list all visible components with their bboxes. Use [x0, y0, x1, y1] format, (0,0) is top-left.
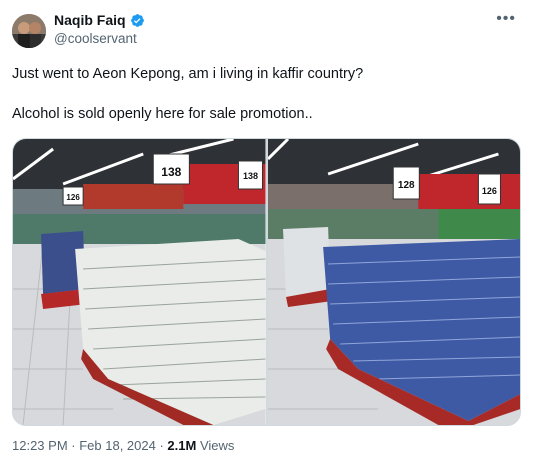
photo-2-price-tag-left: 128: [397, 180, 414, 191]
tweet-text-line-1: Just went to Aeon Kepong, am i living in…: [12, 66, 364, 82]
meta-separator: ·: [67, 438, 80, 453]
tweet-time[interactable]: 12:23 PM: [12, 438, 68, 453]
more-options-icon[interactable]: •••: [496, 10, 516, 28]
media-grid: 138 126 138 128 126: [12, 138, 521, 426]
meta-separator: ·: [155, 438, 168, 453]
photo-1-price-tag-small: 126: [66, 193, 80, 202]
name-row: Naqib Faiq: [54, 12, 145, 28]
tweet-meta: 12:23 PM · Feb 18, 2024 · 2.1M Views: [12, 438, 234, 453]
tweet: Naqib Faiq @coolservant ••• Just went to…: [0, 0, 534, 462]
tweet-header: Naqib Faiq @coolservant: [54, 12, 145, 46]
views-count: 2.1M: [167, 438, 197, 453]
tweet-text-line-2: Alcohol is sold openly here for sale pro…: [12, 106, 313, 122]
author-handle[interactable]: @coolservant: [54, 31, 145, 46]
photo-1-price-tag-right: 138: [243, 171, 258, 181]
verified-badge-icon: [130, 13, 145, 28]
photo-2[interactable]: 128 126: [267, 139, 520, 425]
avatar[interactable]: [12, 14, 46, 48]
photo-2-price-tag-right: 126: [481, 186, 496, 196]
tweet-text: Just went to Aeon Kepong, am i living in…: [12, 64, 512, 124]
author-name[interactable]: Naqib Faiq: [54, 12, 126, 28]
tweet-date[interactable]: Feb 18, 2024: [79, 438, 156, 453]
photo-1-price-tag-left: 138: [161, 165, 181, 179]
photo-1[interactable]: 138 126 138: [13, 139, 266, 425]
views-label: Views: [199, 438, 235, 453]
